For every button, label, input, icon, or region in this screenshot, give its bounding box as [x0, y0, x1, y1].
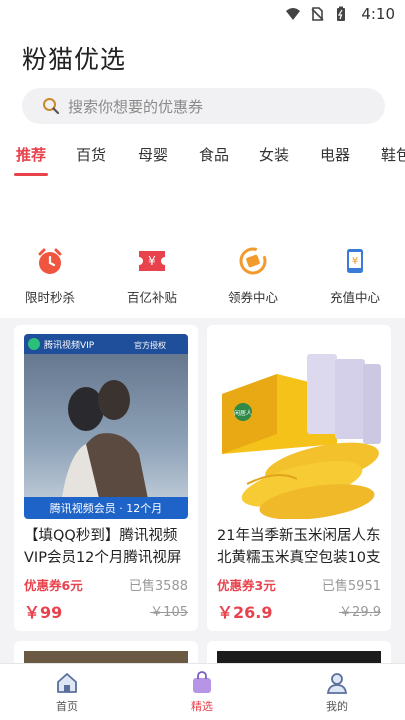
bottom-nav: 首页 精选 我的: [0, 663, 405, 720]
quick-flash-sale[interactable]: 限时秒杀: [10, 246, 90, 306]
quick-coupon-center[interactable]: 领券中心: [213, 246, 293, 306]
nav-label: 精选: [191, 700, 213, 713]
svg-text:官方授权: 官方授权: [134, 340, 166, 350]
coupon-badge: 优惠券6元: [24, 578, 83, 593]
app-title: 粉猫优选: [22, 45, 127, 74]
original-price: ￥105: [150, 605, 188, 620]
battery-icon: [337, 6, 346, 21]
search-icon: [43, 98, 60, 115]
quick-label: 限时秒杀: [24, 290, 75, 305]
svg-text:腾讯视频VIP: 腾讯视频VIP: [44, 339, 95, 351]
product-price: ￥99: [24, 603, 63, 622]
tab-recommend[interactable]: 推荐: [16, 144, 46, 165]
product-card-tencent-vip[interactable]: 腾讯视频VIP 官方授权 腾讯视频会员 · 12个月 【填QQ秒到】腾讯视频VI…: [14, 325, 198, 631]
tab-mother-baby[interactable]: 母婴: [138, 144, 168, 165]
original-price: ￥29.9: [339, 605, 381, 620]
tab-appliances[interactable]: 电器: [320, 144, 350, 165]
svg-text:¥: ¥: [148, 254, 156, 268]
tab-shoes-bags[interactable]: 鞋包: [381, 144, 405, 165]
quick-recharge-center[interactable]: ¥ 充值中心: [315, 246, 395, 306]
home-icon: [57, 673, 77, 693]
search-bar[interactable]: 搜索你想要的优惠券: [22, 88, 385, 124]
alarm-clock-icon: [38, 248, 62, 274]
tab-food[interactable]: 食品: [199, 144, 229, 165]
sold-count: 已售3588: [128, 579, 188, 594]
status-bar: 4:10: [0, 0, 405, 28]
status-time: 4:10: [361, 5, 395, 23]
nav-home[interactable]: 首页: [27, 670, 107, 714]
tab-womens-clothing[interactable]: 女装: [259, 144, 289, 165]
sold-count: 已售5951: [321, 579, 381, 594]
product-image: 腾讯视频VIP 官方授权 腾讯视频会员 · 12个月: [24, 334, 188, 519]
coupon-circle-icon: [239, 247, 267, 275]
svg-text:闲居人: 闲居人: [234, 409, 252, 417]
nav-mine[interactable]: 我的: [297, 670, 377, 714]
no-sim-icon: [311, 7, 324, 21]
product-card-corn[interactable]: 闲居人 21年当季新玉米闲居人东北黄糯玉米真空包装10支 优惠券3元 已售595…: [207, 325, 391, 631]
wifi-icon: [286, 8, 301, 20]
product-image: 闲居人: [217, 334, 381, 519]
user-icon: [326, 673, 348, 694]
shopping-bag-icon: [193, 671, 211, 693]
coupon-badge: 优惠券3元: [217, 578, 276, 593]
tab-department-store[interactable]: 百货: [76, 144, 106, 165]
quick-label: 充值中心: [329, 290, 380, 305]
search-placeholder: 搜索你想要的优惠券: [68, 97, 204, 116]
product-title: 【填QQ秒到】腾讯视频VIP会员12个月腾讯视屏: [24, 528, 182, 566]
quick-label: 领券中心: [227, 290, 278, 305]
quick-subsidy[interactable]: ¥ 百亿补贴: [112, 246, 192, 306]
svg-text:¥: ¥: [352, 256, 358, 267]
category-tabs: 推荐 百货 母婴 食品 女装 电器 鞋包: [0, 138, 405, 180]
quick-label: 百亿补贴: [126, 290, 177, 305]
quick-entries: 限时秒杀 ¥ 百亿补贴 领券中心 ¥ 充值中心: [0, 246, 405, 310]
nav-label: 首页: [56, 700, 78, 713]
product-title: 21年当季新玉米闲居人东北黄糯玉米真空包装10支: [217, 528, 381, 566]
tab-active-indicator: [14, 173, 48, 176]
yen-ticket-icon: ¥: [139, 251, 165, 271]
product-price: ￥26.9: [217, 603, 273, 622]
nav-featured[interactable]: 精选: [162, 670, 242, 714]
svg-text:腾讯视频会员 · 12个月: 腾讯视频会员 · 12个月: [50, 501, 163, 515]
phone-recharge-icon: ¥: [347, 249, 363, 273]
nav-label: 我的: [326, 700, 348, 713]
